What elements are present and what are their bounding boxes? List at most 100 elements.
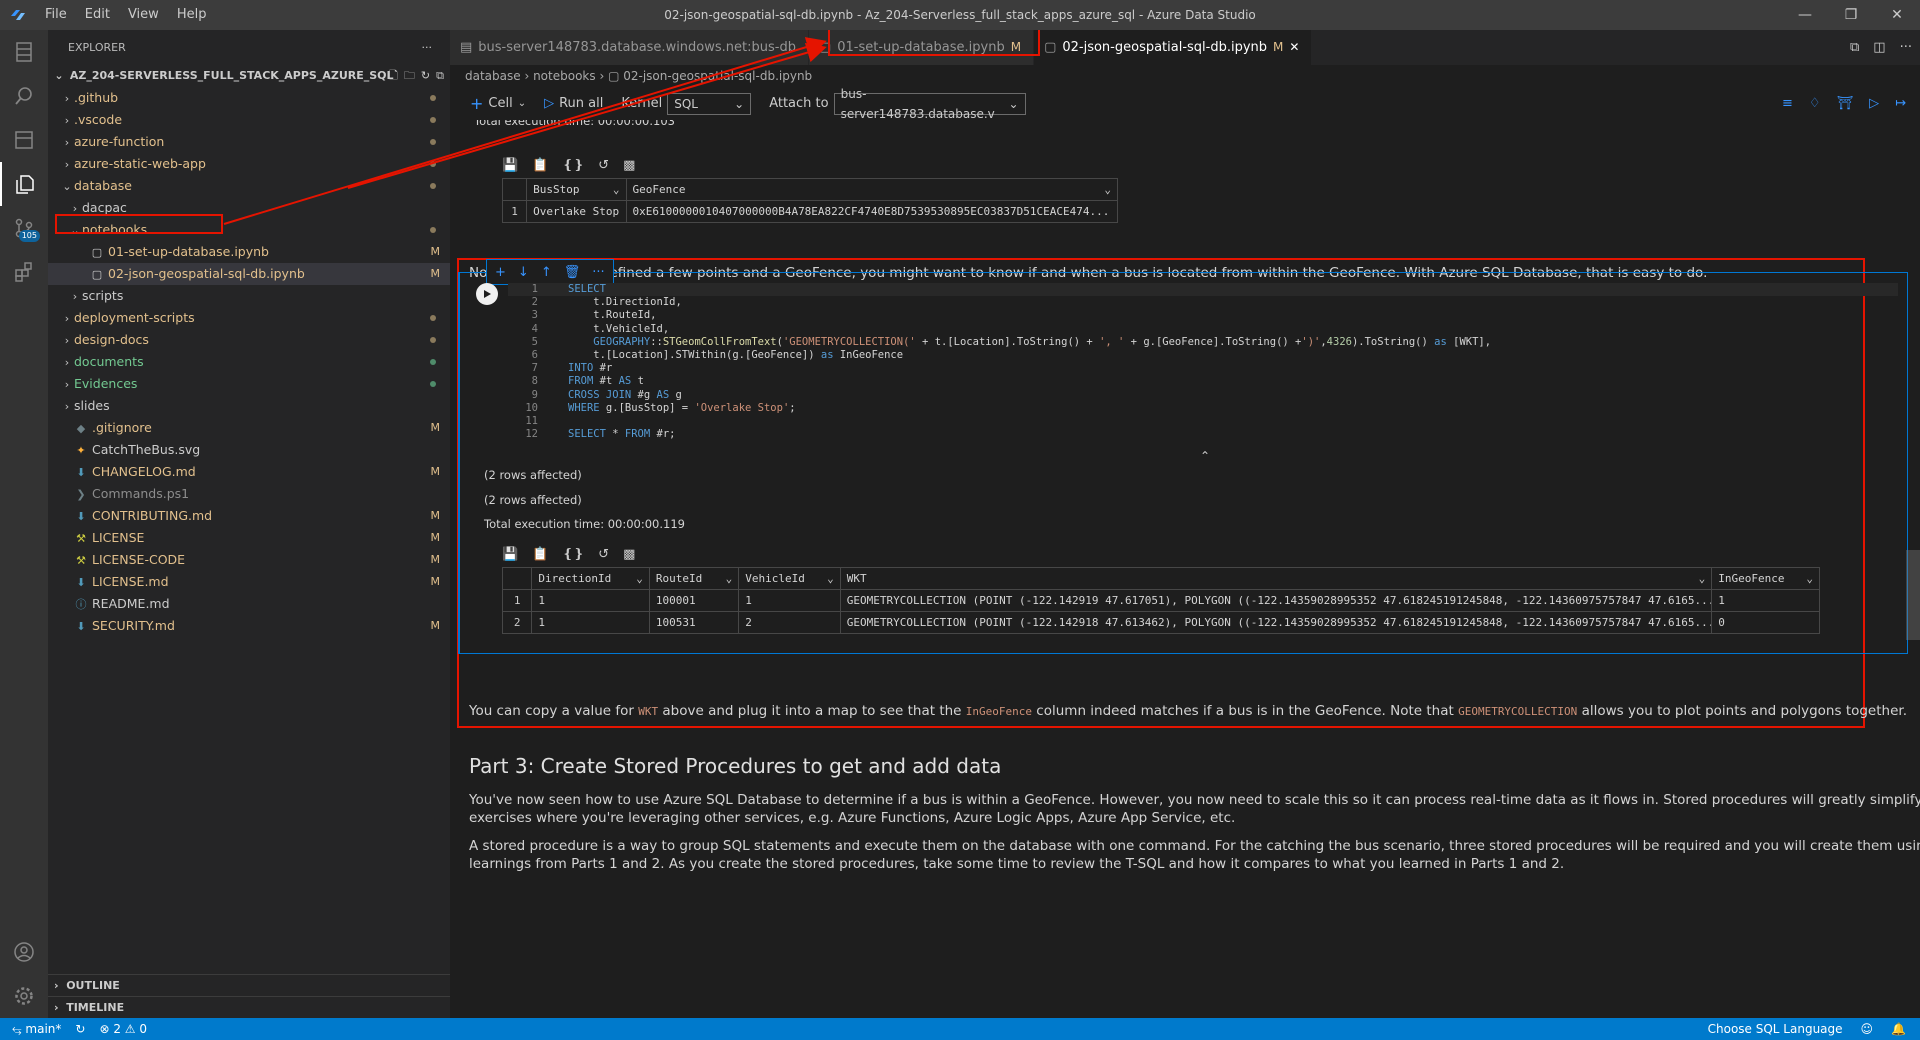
tree-item-security-md[interactable]: ⬇ SECURITY.md M [48, 615, 450, 637]
new-folder-icon[interactable]: 🗀 [404, 65, 415, 87]
table-cell[interactable]: 100001 [648, 589, 740, 612]
tree-item-azure-function[interactable]: › azure-function [48, 131, 450, 153]
chevron-down-icon[interactable]: ⌄ [613, 183, 620, 196]
column-header[interactable]: WKT ⌄ [839, 567, 1713, 590]
language-picker[interactable]: Choose SQL Language [1708, 1022, 1843, 1036]
close-window-button[interactable]: ✕ [1874, 0, 1920, 30]
table-cell[interactable]: 1 [531, 589, 650, 612]
manage-icon[interactable]: ⧉ [1850, 40, 1859, 55]
workspace-root[interactable]: ⌄ AZ_204-SERVERLESS_FULL_STACK_APPS_AZUR… [48, 65, 450, 87]
table-cell[interactable]: 0xE6100000010407000000B4A78EA822CF4740E8… [625, 200, 1118, 223]
attach-select[interactable]: bus-server148783.database.v ⌄ [833, 87, 1026, 121]
run-cells-icon[interactable]: ▷ [1869, 96, 1879, 111]
chart-icon[interactable]: ▩ [623, 158, 635, 173]
move-down-icon[interactable]: ↓ [518, 265, 529, 280]
tree-item-01-set-up-database-ipynb[interactable]: ▢ 01-set-up-database.ipynb M [48, 241, 450, 263]
column-header[interactable]: DirectionId ⌄ [531, 567, 650, 590]
tree-item-license-md[interactable]: ⬇ LICENSE.md M [48, 571, 450, 593]
minimize-button[interactable]: — [1782, 0, 1828, 30]
tree-item-azure-static-web-app[interactable]: › azure-static-web-app [48, 153, 450, 175]
table-cell[interactable]: Overlake Stop [526, 200, 627, 223]
more-actions-icon[interactable]: ··· [422, 30, 433, 65]
save-excel-icon[interactable]: 📋 [532, 547, 548, 562]
move-up-icon[interactable]: ↑ [541, 265, 552, 280]
tree-item-deployment-scripts[interactable]: › deployment-scripts [48, 307, 450, 329]
more-icon[interactable]: ··· [592, 265, 604, 280]
row-number[interactable]: 1 [501, 200, 528, 223]
menu-help[interactable]: Help [168, 0, 216, 30]
chevron-down-icon[interactable]: ⌄ [1104, 183, 1111, 196]
column-header[interactable]: VehicleId ⌄ [738, 567, 841, 590]
refresh-icon[interactable]: ↻ [421, 65, 430, 87]
menu-file[interactable]: File [36, 0, 76, 30]
tree-item-evidences[interactable]: › Evidences [48, 373, 450, 395]
table-cell[interactable]: 1 [531, 611, 650, 634]
feedback-icon[interactable]: ☺ [1861, 1022, 1874, 1036]
chevron-down-icon[interactable]: ⌄ [827, 572, 834, 585]
tree-item-documents[interactable]: › documents [48, 351, 450, 373]
chevron-down-icon[interactable]: ⌄ [1806, 572, 1813, 585]
row-number[interactable]: 2 [501, 611, 533, 634]
breadcrumb-item[interactable]: notebooks [533, 69, 596, 83]
tree-item-changelog-md[interactable]: ⬇ CHANGELOG.md M [48, 461, 450, 483]
clear-outputs-icon[interactable]: ♢ [1809, 96, 1821, 111]
add-cell-button[interactable]: + Cell ⌄ [470, 94, 526, 113]
add-icon[interactable]: + [495, 265, 506, 280]
kernel-select[interactable]: SQL ⌄ [667, 92, 752, 115]
notifications-bell-icon[interactable]: 🔔 [1891, 1022, 1906, 1036]
outline-view-icon[interactable]: ≡ [1782, 96, 1793, 111]
tree-item-02-json-geospatial-sql-db-ipynb[interactable]: ▢ 02-json-geospatial-sql-db.ipynb M [48, 263, 450, 285]
split-editor-icon[interactable]: ◫ [1873, 40, 1885, 55]
code-editor[interactable]: 1 SELECT 2 t.DirectionId, 3 t.RouteId, 4 t.V… [508, 283, 1898, 441]
tree-item-gitignore[interactable]: ◆ .gitignore M [48, 417, 450, 439]
tree-item-scripts[interactable]: › scripts [48, 285, 450, 307]
save-json-icon[interactable]: ❴❵ [562, 547, 584, 562]
new-file-icon[interactable]: 🗋 [389, 65, 398, 87]
column-header[interactable]: BusStop ⌄ [526, 178, 627, 201]
tree-item-vscode[interactable]: › .vscode [48, 109, 450, 131]
table-row[interactable]: 1 Overlake Stop 0xE6100000010407000000B4A7… [501, 200, 1118, 223]
extensions-icon[interactable] [0, 250, 48, 294]
table-cell[interactable]: 1 [738, 589, 841, 612]
table-cell[interactable]: 0 [1711, 611, 1820, 634]
more-actions-icon[interactable]: ··· [1900, 40, 1912, 55]
run-all-button[interactable]: ▷ Run all [544, 96, 603, 111]
chevron-down-icon[interactable]: ⌄ [636, 572, 643, 585]
notebooks-icon[interactable] [0, 118, 48, 162]
chevron-down-icon[interactable]: ⌄ [1699, 572, 1706, 585]
run-cell-button[interactable] [476, 283, 498, 305]
breadcrumb-item[interactable]: database [465, 69, 521, 83]
account-icon[interactable] [0, 930, 48, 974]
tree-item-readme-md[interactable]: ⓘ README.md [48, 593, 450, 615]
save-xml-icon[interactable]: ↺ [598, 547, 609, 562]
explorer-icon[interactable] [0, 162, 48, 206]
tree-item-design-docs[interactable]: › design-docs [48, 329, 450, 351]
table-row[interactable]: 2 1 100531 2 GEOMETRYCOLLECTION (POINT (-122… [501, 611, 1820, 634]
table-cell[interactable]: GEOMETRYCOLLECTION (POINT (-122.142918 4… [839, 611, 1713, 634]
tree-item-github[interactable]: › .github [48, 87, 450, 109]
save-json-icon[interactable]: ❴❵ [562, 158, 584, 173]
sync-icon[interactable]: ↻ [75, 1022, 85, 1037]
problems-indicator[interactable]: ⊗ 2 ⚠ 0 [99, 1022, 147, 1037]
table-cell[interactable]: 2 [738, 611, 841, 634]
row-number[interactable]: 1 [501, 589, 533, 612]
settings-gear-icon[interactable] [0, 974, 48, 1018]
menu-view[interactable]: View [119, 0, 168, 30]
breadcrumb-item[interactable]: 02-json-geospatial-sql-db.ipynb [623, 69, 812, 83]
outline-section[interactable]: › OUTLINE [48, 974, 450, 996]
tree-item-commands-ps1[interactable]: ❯ Commands.ps1 [48, 483, 450, 505]
code-cell[interactable]: + ↓ ↑ 🗑 ··· 1 SELECT 2 t.DirectionId, 3 t.R… [458, 259, 1908, 654]
chart-icon[interactable]: ▩ [623, 547, 635, 562]
delete-icon[interactable]: 🗑 [564, 265, 581, 280]
tree-item-contributing-md[interactable]: ⬇ CONTRIBUTING.md M [48, 505, 450, 527]
column-header[interactable]: RouteId ⌄ [648, 567, 740, 590]
collapse-code-icon[interactable]: ⌃ [1200, 449, 1210, 463]
table-cell[interactable]: 1 [1711, 589, 1820, 612]
save-excel-icon[interactable]: 📋 [532, 158, 548, 173]
trust-shield-icon[interactable]: ⛩ [1837, 96, 1854, 111]
tree-item-license-code[interactable]: ⚒ LICENSE-CODE M [48, 549, 450, 571]
save-csv-icon[interactable]: 💾 [502, 158, 518, 173]
collapse-icon[interactable]: ↦ [1895, 96, 1906, 111]
tab-2[interactable]: ▢ 02-json-geospatial-sql-db.ipynb M ✕ [1034, 30, 1313, 65]
save-xml-icon[interactable]: ↺ [598, 158, 609, 173]
